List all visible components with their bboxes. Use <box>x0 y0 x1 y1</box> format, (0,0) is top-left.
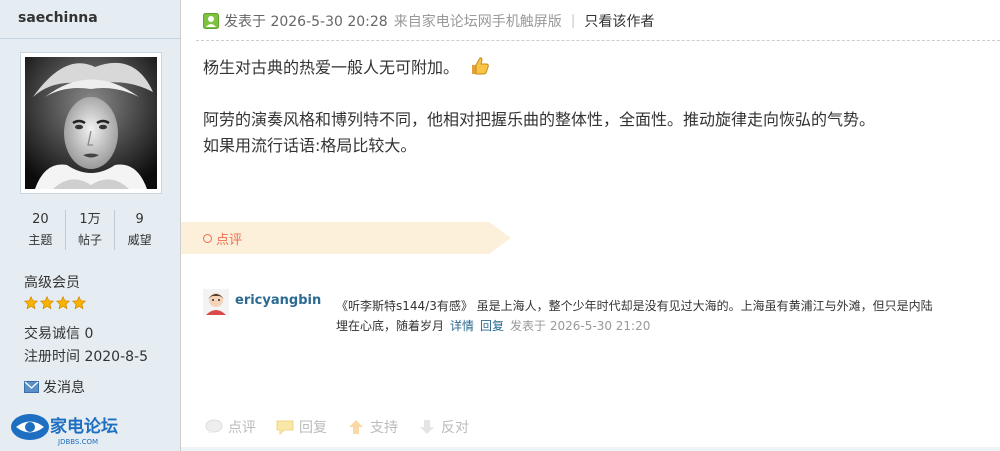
rank-stars <box>24 296 86 310</box>
stat-value: 1万 <box>79 212 101 227</box>
circle-icon <box>203 234 212 243</box>
comment-reply-link[interactable]: 回复 <box>480 319 504 333</box>
logo-text: 家电论坛 <box>50 416 118 437</box>
envelope-icon <box>24 381 39 393</box>
commenter-name[interactable]: ericyangbin <box>235 293 321 308</box>
user-stats: 20 主题 1万 帖子 9 威望 <box>16 210 164 250</box>
comment-detail-link[interactable]: 详情 <box>450 319 474 333</box>
reply-label: 回复 <box>299 420 327 436</box>
meta-separator: | <box>570 13 576 29</box>
post-content: 杨生对古典的热爱一般人无可附加。 阿劳的演奏风格和博列特不同，他相对把握乐曲的整… <box>203 55 875 159</box>
post-line: 如果用流行话语:格局比较大。 <box>203 136 417 155</box>
rate-button[interactable]: 点评 <box>205 417 256 437</box>
rating-label[interactable]: 点评 <box>203 229 242 248</box>
post-line: 阿劳的演奏风格和博列特不同，他相对把握乐曲的整体性，全面性。推动旋律走向恢弘的气… <box>203 110 876 129</box>
post-time: 发表于 2026-5-30 20:28 <box>224 14 388 30</box>
post-source: 来自家电论坛网手机触屏版 <box>393 14 562 30</box>
user-group[interactable]: 高级会员 <box>24 272 80 292</box>
star-icon <box>72 296 86 310</box>
oppose-label: 反对 <box>441 420 469 436</box>
post-meta: 发表于 2026-5-30 20:28 来自家电论坛网手机触屏版 | 只看该作者 <box>203 11 654 31</box>
post-actions: 点评 回复 支持 反对 <box>205 417 469 437</box>
stat-label: 帖子 <box>78 233 103 247</box>
star-icon <box>24 296 38 310</box>
arrow-up-icon <box>349 420 363 434</box>
stat-threads[interactable]: 20 主题 <box>16 210 65 250</box>
comment-bubble-icon <box>205 419 223 434</box>
comment-time: 发表于 2026-5-30 21:20 <box>510 319 651 333</box>
reply-button[interactable]: 回复 <box>276 417 327 437</box>
stat-label: 威望 <box>127 233 152 247</box>
trade-credit: 交易诚信 0 <box>24 326 94 342</box>
commenter-avatar[interactable] <box>203 289 229 315</box>
divider <box>196 40 1000 41</box>
star-icon <box>40 296 54 310</box>
star-icon <box>56 296 70 310</box>
post-line: 杨生对古典的热爱一般人无可附加。 <box>203 58 460 77</box>
rate-label: 点评 <box>228 420 256 436</box>
comment-continued: 埋在心底，随着岁月 详情 回复 发表于 2026-5-30 21:20 <box>336 319 650 333</box>
stat-value: 20 <box>32 212 49 227</box>
only-author-link[interactable]: 只看该作者 <box>584 11 654 31</box>
rating-title: 点评 <box>216 233 243 248</box>
arrow-down-icon <box>420 420 434 434</box>
send-message-button[interactable]: 发消息 <box>24 377 85 397</box>
register-time: 注册时间 2020-8-5 <box>24 349 148 365</box>
comment-text: 《听李斯特s144/3有感》 虽是上海人，整个少年时代却是没有见过大海的。上海虽… <box>336 299 933 313</box>
support-button[interactable]: 支持 <box>347 417 398 437</box>
divider <box>0 38 180 39</box>
stat-posts[interactable]: 1万 帖子 <box>64 210 115 250</box>
support-label: 支持 <box>370 420 398 436</box>
site-logo[interactable]: 家电论坛 JDBBS.COM <box>8 410 138 446</box>
oppose-button[interactable]: 反对 <box>418 417 469 437</box>
stat-prestige[interactable]: 9 威望 <box>114 210 164 250</box>
comment-text-tail: 埋在心底，随着岁月 <box>336 319 445 333</box>
logo-subtext: JDBBS.COM <box>57 438 98 446</box>
stat-label: 主题 <box>28 233 53 247</box>
thumbs-up-icon <box>472 57 489 75</box>
send-message-label: 发消息 <box>43 380 85 396</box>
reply-bubble-icon <box>276 420 294 435</box>
avatar[interactable] <box>20 52 162 194</box>
stat-value: 9 <box>135 212 144 227</box>
divider <box>181 447 1000 451</box>
username[interactable]: saechinna <box>18 10 98 26</box>
online-status-icon <box>203 13 219 29</box>
avatar-image <box>25 57 157 189</box>
